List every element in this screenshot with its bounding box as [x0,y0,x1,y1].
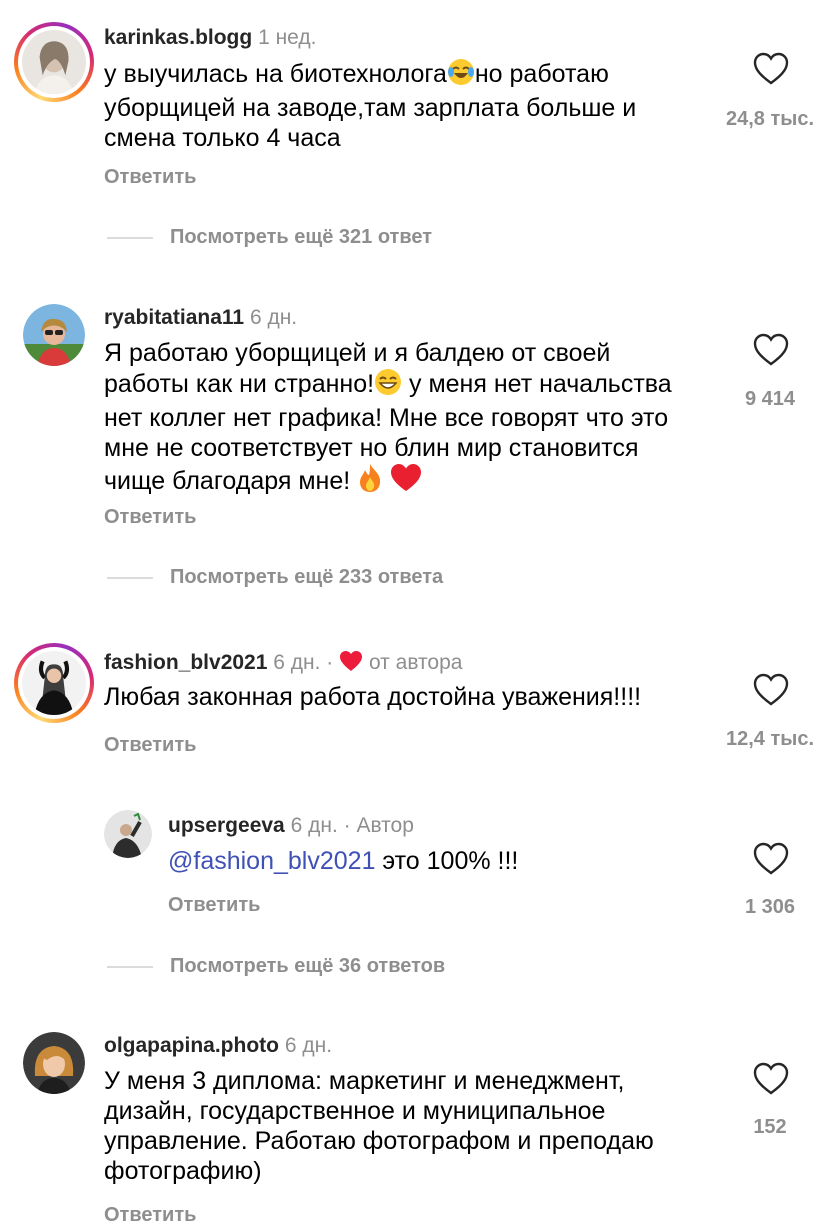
comment-time: 6 дн. [290,814,338,837]
reply-button[interactable]: Ответить [104,506,196,529]
reply-button[interactable]: Ответить [168,894,260,917]
replies-divider [107,966,153,968]
avatar[interactable] [104,810,152,858]
like-count: 12,4 тыс. [725,728,815,750]
meta-separator: · [337,814,357,837]
avatar[interactable] [23,1032,85,1094]
comment-username[interactable]: olgapapina.photo 6 дн. [104,1034,332,1058]
meta-separator: · [320,651,340,674]
avatar[interactable] [23,304,85,366]
username-text[interactable]: fashion_blv2021 [104,651,267,674]
heart-outline-icon[interactable] [753,673,789,707]
comment-username[interactable]: fashion_blv2021 6 дн. · от автора [104,650,462,678]
reply-button[interactable]: Ответить [104,1204,196,1227]
username-text[interactable]: ryabitatiana11 [104,306,244,329]
reply-button[interactable]: Ответить [104,734,196,757]
avatar-photo [104,810,152,858]
heart-outline-icon[interactable] [753,842,789,876]
comment-username[interactable]: ryabitatiana11 6 дн. [104,306,297,330]
comment-text-part: у выучилась на биотехнолога [104,60,447,88]
comment-time: 1 нед. [258,26,317,49]
comment-username[interactable]: upsergeeva 6 дн. · Автор [168,814,414,838]
face-with-tears-of-joy-icon [447,58,475,93]
view-more-replies-button[interactable]: Посмотреть ещё 321 ответ [170,226,432,249]
avatar-photo [22,30,86,94]
comment-text: Любая законная работа достойна уважения!… [104,683,642,711]
avatar-photo [23,304,85,366]
red-heart-icon [390,463,422,500]
view-more-replies-button[interactable]: Посмотреть ещё 36 ответов [170,955,445,978]
like-count: 9 414 [744,388,796,410]
username-text[interactable]: karinkas.blogg [104,26,252,49]
grinning-face-icon [374,368,402,403]
comment-time: 6 дн. [284,1034,333,1057]
avatar[interactable] [14,22,94,102]
heart-outline-icon[interactable] [753,52,789,86]
avatar[interactable] [14,643,94,723]
comment-text-part: это 100% !!! [375,847,519,875]
view-more-replies-button[interactable]: Посмотреть ещё 233 ответа [170,566,443,589]
mention-link[interactable]: @fashion_blv2021 [168,847,375,875]
replies-divider [107,577,153,579]
username-text[interactable]: olgapapina.photo [104,1034,279,1057]
comment-username[interactable]: karinkas.blogg 1 нед. [104,26,316,50]
comment-text: у выучилась на биотехнолога но работаю уб… [104,58,704,153]
like-count: 1 306 [744,896,796,918]
heart-filled-icon [339,650,363,678]
comment-text: Я работаю уборщицей и я балдею от своей … [104,338,694,500]
reply-button[interactable]: Ответить [104,166,196,189]
fire-icon [357,463,383,500]
avatar-photo [23,1032,85,1094]
comment-time: 6 дн. [249,306,298,329]
heart-outline-icon[interactable] [753,1062,789,1096]
username-text[interactable]: upsergeeva [168,814,285,837]
comment-text: @fashion_blv2021 это 100% !!! [168,846,708,876]
replies-divider [107,237,153,239]
avatar-photo [22,651,86,715]
heart-outline-icon[interactable] [753,333,789,367]
comment-time: 6 дн. [273,651,321,674]
like-count: 152 [753,1116,787,1138]
author-label: Автор [356,814,414,837]
liked-by-author-label: от автора [368,651,463,674]
comment-text: У меня 3 диплома: маркетинг и менеджмент… [104,1067,654,1185]
like-count: 24,8 тыс. [725,108,815,130]
